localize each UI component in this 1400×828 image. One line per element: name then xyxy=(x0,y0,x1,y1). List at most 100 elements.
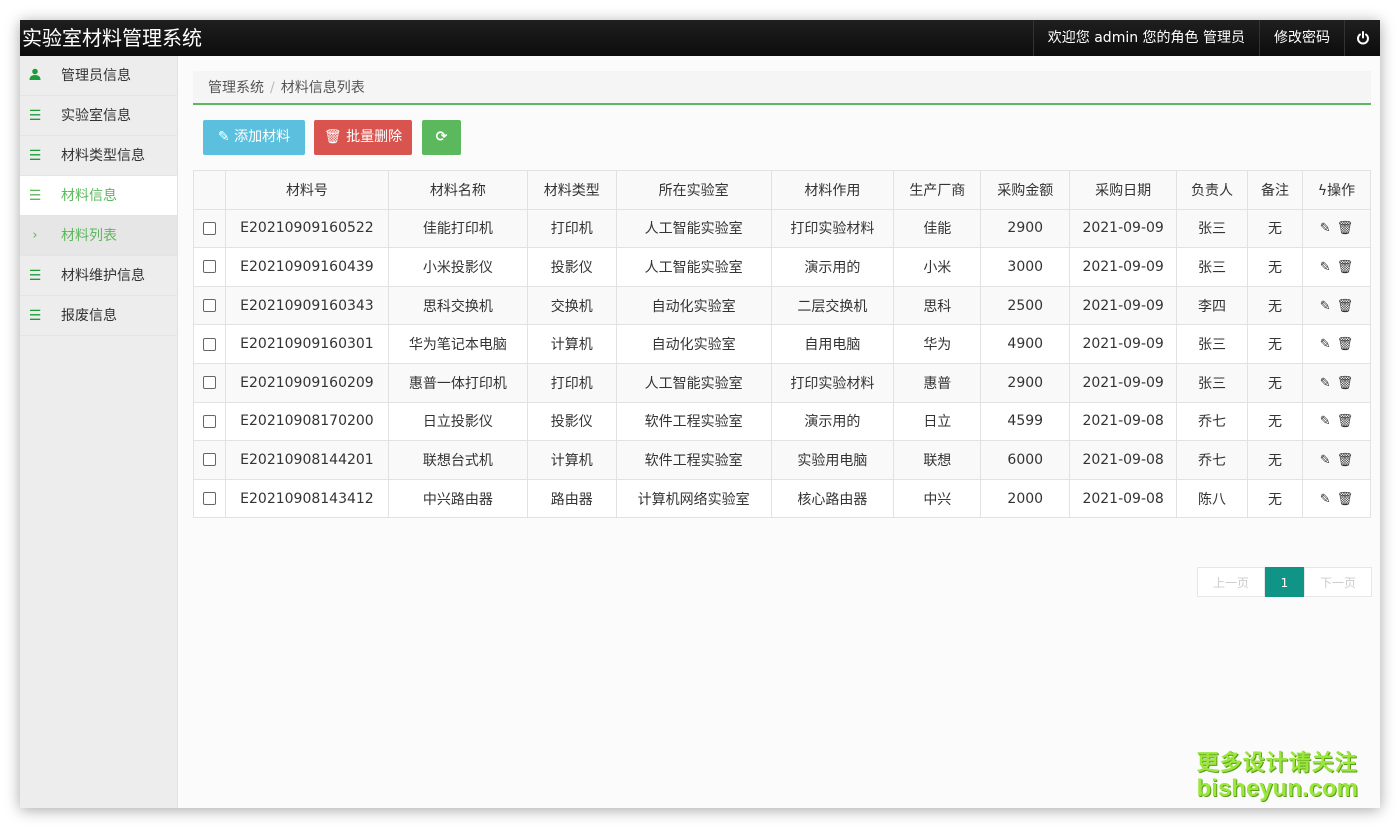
table-cell: 打印机 xyxy=(526,362,617,403)
sidebar-item-material-type[interactable]: ☰ 材料类型信息 xyxy=(20,136,177,176)
chevron-right-icon: › xyxy=(32,228,38,243)
main-content: 管理系统 / 材料信息列表 ✎ 添加材料 🗑 批量删除 ⟳ 材料号 材料名称 材… xyxy=(178,56,1380,808)
refresh-button[interactable]: ⟳ xyxy=(422,120,461,155)
table-cell: 乔七 xyxy=(1176,440,1249,480)
edit-icon[interactable]: ✎ xyxy=(1320,299,1331,314)
table-cell: 软件工程实验室 xyxy=(615,401,772,442)
table-cell: E20210909160522 xyxy=(224,208,389,249)
table-cell: 交换机 xyxy=(526,285,617,326)
table-cell: 演示用的 xyxy=(770,247,895,287)
sidebar-item-admin[interactable]: 管理员信息 xyxy=(20,56,177,96)
current-page-button[interactable]: 1 xyxy=(1265,567,1304,597)
edit-icon[interactable]: ✎ xyxy=(1320,453,1331,468)
trash-icon[interactable]: 🗑 xyxy=(1337,492,1354,507)
change-password-link[interactable]: 修改密码 xyxy=(1259,20,1344,56)
table-cell: 2000 xyxy=(980,478,1071,519)
table-cell: 联想台式机 xyxy=(387,440,528,480)
row-checkbox-cell xyxy=(193,285,226,326)
prev-page-button[interactable]: 上一页 xyxy=(1197,567,1265,597)
logout-button[interactable] xyxy=(1344,20,1380,56)
edit-icon[interactable]: ✎ xyxy=(1320,492,1331,507)
row-checkbox[interactable] xyxy=(202,260,216,274)
edit-icon[interactable]: ✎ xyxy=(1320,221,1331,236)
table-cell: 无 xyxy=(1247,208,1303,249)
trash-icon[interactable]: 🗑 xyxy=(1337,299,1354,314)
table-cell: 佳能打印机 xyxy=(387,208,528,249)
edit-icon[interactable]: ✎ xyxy=(1320,260,1331,275)
column-header: 材料号 xyxy=(224,170,389,210)
row-checkbox[interactable] xyxy=(202,221,216,235)
row-checkbox[interactable] xyxy=(202,414,216,428)
table-cell: 张三 xyxy=(1176,247,1249,287)
table-cell: 自动化实验室 xyxy=(615,285,772,326)
table-cell: 无 xyxy=(1247,324,1303,364)
edit-icon[interactable]: ✎ xyxy=(1320,337,1331,352)
trash-icon[interactable]: 🗑 xyxy=(1337,414,1354,429)
breadcrumb-current: 材料信息列表 xyxy=(280,80,365,96)
table-cell: E20210908144201 xyxy=(224,440,389,480)
sidebar-item-label: 材料信息 xyxy=(61,188,117,204)
edit-icon[interactable]: ✎ xyxy=(1320,414,1331,429)
row-checkbox-cell xyxy=(193,478,226,519)
select-all-header xyxy=(193,170,226,210)
table-cell: 联想 xyxy=(893,440,982,480)
welcome-text: 欢迎您 admin 您的角色 管理员 xyxy=(1032,20,1259,56)
table-cell: 6000 xyxy=(980,440,1071,480)
column-header: 生产厂商 xyxy=(893,170,982,210)
row-checkbox[interactable] xyxy=(202,376,216,390)
table-cell: 2021-09-08 xyxy=(1069,478,1178,519)
app-window: 实验室材料管理系统 欢迎您 admin 您的角色 管理员 修改密码 管理员信息 … xyxy=(20,20,1380,808)
table-cell: E20210909160439 xyxy=(224,247,389,287)
sidebar-item-material[interactable]: ☰ 材料信息 xyxy=(20,176,177,216)
pagination: 上一页 1 下一页 xyxy=(1197,567,1372,597)
table-cell: 2021-09-09 xyxy=(1069,208,1178,249)
list-icon: ☰ xyxy=(28,268,42,284)
table-cell: 打印实验材料 xyxy=(770,362,895,403)
top-bar-actions: 欢迎您 admin 您的角色 管理员 修改密码 xyxy=(1032,20,1380,56)
edit-icon[interactable]: ✎ xyxy=(1320,376,1331,391)
trash-icon[interactable]: 🗑 xyxy=(1337,376,1354,391)
table-cell: 计算机 xyxy=(526,324,617,364)
table-cell: 陈八 xyxy=(1176,478,1249,519)
table-cell: 张三 xyxy=(1176,362,1249,403)
refresh-icon: ⟳ xyxy=(435,129,448,145)
trash-icon[interactable]: 🗑 xyxy=(1337,260,1354,275)
column-header: 负责人 xyxy=(1176,170,1249,210)
table-cell: 日立 xyxy=(893,401,982,442)
trash-icon[interactable]: 🗑 xyxy=(1337,221,1354,236)
list-icon: ☰ xyxy=(28,308,42,324)
trash-icon[interactable]: 🗑 xyxy=(1337,453,1354,468)
row-checkbox-cell xyxy=(193,440,226,480)
sidebar-item-maintenance[interactable]: ☰ 材料维护信息 xyxy=(20,256,177,296)
row-checkbox[interactable] xyxy=(202,492,216,506)
sidebar-item-label: 材料维护信息 xyxy=(61,268,145,284)
table-cell: E20210909160343 xyxy=(224,285,389,326)
table-cell: 思科 xyxy=(893,285,982,326)
table-cell: 2900 xyxy=(980,362,1071,403)
column-header-actions: ϟ操作 xyxy=(1301,170,1372,210)
trash-icon[interactable]: 🗑 xyxy=(1337,337,1354,352)
add-material-button[interactable]: ✎ 添加材料 xyxy=(203,120,305,155)
table-row: E20210909160522 佳能打印机 打印机 人工智能实验室 打印实验材料 佳能 29… xyxy=(193,208,1372,249)
batch-delete-label: 批量删除 xyxy=(346,129,403,145)
table-cell: 思科交换机 xyxy=(387,285,528,326)
batch-delete-button[interactable]: 🗑 批量删除 xyxy=(314,120,412,155)
table-cell: 佳能 xyxy=(893,208,982,249)
row-checkbox[interactable] xyxy=(202,337,216,351)
sidebar-item-scrap[interactable]: ☰ 报废信息 xyxy=(20,296,177,336)
table-cell: 无 xyxy=(1247,362,1303,403)
row-checkbox[interactable] xyxy=(202,453,216,467)
next-page-button[interactable]: 下一页 xyxy=(1304,567,1372,597)
table-cell: 华为 xyxy=(893,324,982,364)
table-cell: 张三 xyxy=(1176,324,1249,364)
row-checkbox[interactable] xyxy=(202,299,216,313)
sidebar-item-lab[interactable]: ☰ 实验室信息 xyxy=(20,96,177,136)
sidebar-item-material-list[interactable]: › 材料列表 xyxy=(20,216,177,256)
breadcrumb-root[interactable]: 管理系统 xyxy=(208,80,264,96)
row-actions: ✎ 🗑 xyxy=(1301,362,1372,403)
add-material-label: 添加材料 xyxy=(234,129,291,145)
table-cell: 无 xyxy=(1247,478,1303,519)
table-row: E20210908170200 日立投影仪 投影仪 软件工程实验室 演示用的 日立 4599… xyxy=(193,401,1372,442)
table-cell: 乔七 xyxy=(1176,401,1249,442)
column-header: 所在实验室 xyxy=(615,170,772,210)
